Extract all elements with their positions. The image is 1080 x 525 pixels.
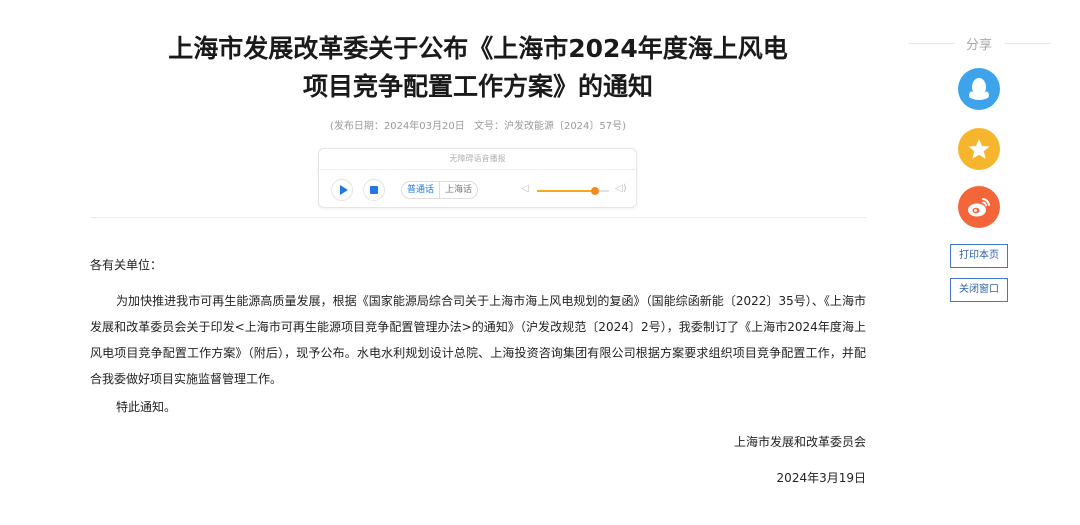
qzone-star-icon xyxy=(968,139,990,159)
doc-number: 文号：沪发改能源〔2024〕57号) xyxy=(473,121,627,132)
signer: 上海市发展和改革委员会 xyxy=(733,435,866,449)
closing-text: 特此通知。 xyxy=(116,400,177,414)
language-switch: 普通话 上海话 xyxy=(401,181,479,199)
player-controls: 普通话 上海话 ◁ ◁) xyxy=(319,170,636,208)
title-line-2: 项目竞争配置工作方案》的通知 xyxy=(302,72,653,101)
share-qq-button[interactable] xyxy=(958,68,1000,110)
sign-date: 2024年3月19日 xyxy=(776,471,866,485)
volume-knob[interactable] xyxy=(590,187,599,195)
qq-icon xyxy=(969,78,989,100)
volume-slider[interactable] xyxy=(537,187,609,195)
stop-button[interactable] xyxy=(363,179,385,201)
play-button[interactable] xyxy=(331,179,353,201)
volume-high-icon: ◁) xyxy=(615,183,627,194)
print-page-button[interactable]: 打印本页 xyxy=(950,244,1008,268)
lang-mandarin-option[interactable]: 普通话 xyxy=(402,182,441,198)
body-paragraph: 为加快推进我市可再生能源高质量发展，根据《国家能源局综合司关于上海市海上风电规划… xyxy=(90,294,866,386)
header-divider xyxy=(90,217,866,218)
volume-low-icon: ◁ xyxy=(521,183,529,194)
page-title: 上海市发展改革委关于公布《上海市2024年度海上风电 项目竞争配置工作方案》的通… xyxy=(90,30,866,106)
share-qzone-button[interactable] xyxy=(958,128,1000,170)
publish-date: (发布日期：2024年03月20日 xyxy=(329,121,465,132)
player-title: 无障碍语音播报 xyxy=(319,149,636,170)
share-weibo-button[interactable] xyxy=(958,186,1000,228)
play-icon xyxy=(340,185,348,195)
volume-fill xyxy=(537,190,595,192)
salutation: 各有关单位： xyxy=(90,258,163,272)
audio-player: 无障碍语音播报 普通话 上海话 ◁ ◁) xyxy=(318,148,637,208)
stop-icon xyxy=(370,186,378,194)
lang-shanghainese-option[interactable]: 上海话 xyxy=(440,182,477,198)
article-meta: (发布日期：2024年03月20日 文号：沪发改能源〔2024〕57号) xyxy=(90,117,866,132)
weibo-icon xyxy=(968,198,990,217)
close-window-button[interactable]: 关闭窗口 xyxy=(950,278,1008,302)
title-line-1: 上海市发展改革委关于公布《上海市2024年度海上风电 xyxy=(168,34,788,63)
share-divider-right xyxy=(1004,43,1050,44)
